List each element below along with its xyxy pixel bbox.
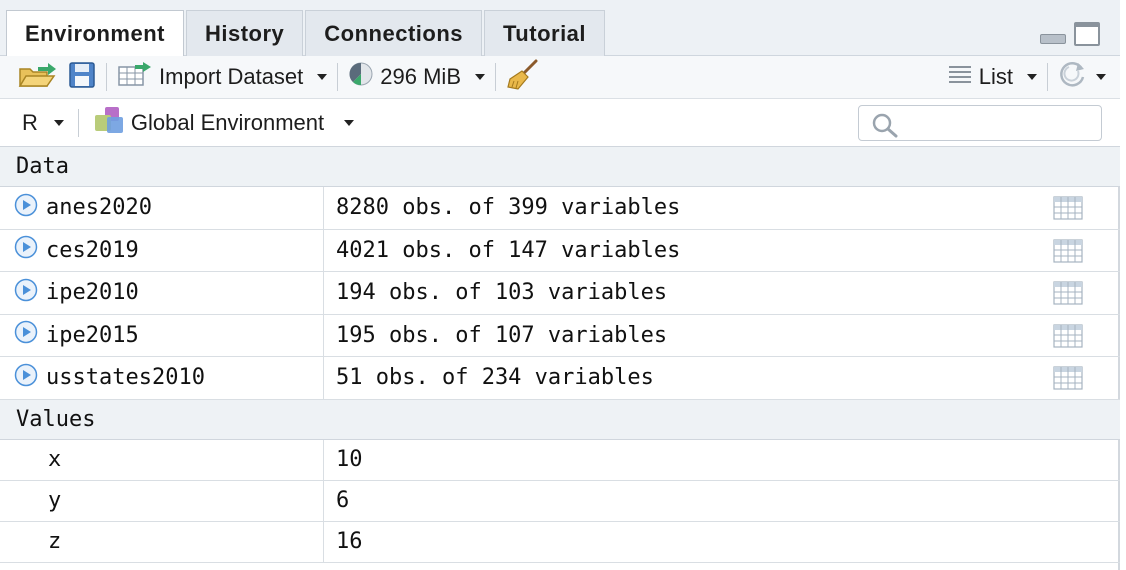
chevron-down-icon bbox=[317, 74, 328, 80]
expand-arrow-icon[interactable] bbox=[14, 278, 38, 308]
view-mode-button[interactable]: List bbox=[947, 63, 1037, 91]
data-row-ces2019[interactable]: ces2019 4021 obs. of 147 variables bbox=[0, 229, 1120, 272]
environment-label: Global Environment bbox=[130, 109, 325, 135]
object-value: 6 bbox=[336, 488, 350, 513]
memory-usage-button[interactable]: 296 MiB bbox=[348, 61, 485, 93]
data-section-header: Data bbox=[0, 147, 1120, 187]
object-name-cell: ipe2010 bbox=[0, 272, 324, 314]
tab-bar: Environment History Connections Tutorial bbox=[0, 0, 1120, 57]
tab-tutorial[interactable]: Tutorial bbox=[484, 10, 606, 56]
object-value: 195 obs. of 107 variables bbox=[336, 322, 668, 348]
object-name: z bbox=[0, 521, 324, 562]
environment-selector-bar: R Global Environment bbox=[0, 99, 1120, 147]
tab-environment[interactable]: Environment bbox=[6, 10, 184, 57]
expand-arrow-icon[interactable] bbox=[14, 235, 38, 265]
view-table-icon[interactable] bbox=[1053, 196, 1083, 226]
import-dataset-label: Import Dataset bbox=[159, 64, 304, 89]
view-table-icon[interactable] bbox=[1053, 281, 1083, 311]
tab-history[interactable]: History bbox=[185, 10, 304, 56]
value-row-z[interactable]: z 16 bbox=[0, 521, 1120, 563]
toolbar-divider bbox=[495, 63, 496, 91]
object-name: x bbox=[0, 439, 324, 480]
object-value: 194 obs. of 103 variables bbox=[336, 280, 668, 306]
object-name-cell: ipe2015 bbox=[0, 314, 324, 356]
data-row-usstates2010[interactable]: usstates2010 51 obs. of 234 variables bbox=[0, 357, 1120, 400]
chevron-down-icon bbox=[53, 119, 64, 126]
object-name: ipe2010 bbox=[46, 280, 139, 306]
view-table-icon[interactable] bbox=[1053, 366, 1083, 396]
object-value: 51 obs. of 234 variables bbox=[336, 365, 654, 391]
data-row-anes2020[interactable]: anes2020 8280 obs. of 399 variables bbox=[0, 187, 1120, 230]
value-row-y[interactable]: y 6 bbox=[0, 480, 1120, 522]
chevron-down-icon bbox=[1027, 74, 1037, 80]
search-input[interactable] bbox=[903, 106, 1093, 138]
broom-icon[interactable] bbox=[506, 59, 540, 96]
refresh-icon bbox=[1058, 59, 1088, 95]
expand-arrow-icon[interactable] bbox=[14, 320, 38, 350]
data-row-ipe2010[interactable]: ipe2010 194 obs. of 103 variables bbox=[0, 272, 1120, 315]
memory-pie-icon bbox=[348, 61, 374, 93]
chevron-down-icon bbox=[344, 119, 355, 126]
maximize-icon[interactable] bbox=[1074, 22, 1100, 46]
expand-arrow-icon[interactable] bbox=[14, 193, 38, 223]
value-row-x[interactable]: x 10 bbox=[0, 439, 1120, 481]
object-value: 4021 obs. of 147 variables bbox=[336, 237, 681, 263]
tab-strip: Environment History Connections Tutorial bbox=[6, 10, 607, 57]
object-name: ces2019 bbox=[46, 237, 139, 263]
language-select[interactable]: R bbox=[22, 110, 64, 136]
search-icon bbox=[871, 112, 899, 143]
table-import-icon bbox=[117, 61, 153, 93]
view-mode-label: List bbox=[978, 64, 1013, 89]
object-value: 10 bbox=[336, 447, 363, 472]
save-disk-icon[interactable] bbox=[68, 61, 96, 94]
import-dataset-button[interactable]: Import Dataset bbox=[117, 61, 328, 93]
window-controls bbox=[1040, 22, 1100, 46]
object-name: anes2020 bbox=[46, 195, 152, 221]
language-label: R bbox=[22, 109, 38, 135]
environment-pane: Environment History Connections Tutorial bbox=[0, 0, 1120, 570]
tab-connections[interactable]: Connections bbox=[305, 10, 482, 56]
expand-arrow-icon[interactable] bbox=[14, 363, 38, 393]
data-row-ipe2015[interactable]: ipe2015 195 obs. of 107 variables bbox=[0, 314, 1120, 357]
chevron-down-icon bbox=[475, 74, 485, 80]
environment-select[interactable]: Global Environment bbox=[93, 105, 355, 141]
values-section-header: Values bbox=[0, 399, 1120, 440]
memory-usage-label: 296 MiB bbox=[380, 64, 461, 89]
object-name-cell: usstates2010 bbox=[0, 357, 324, 399]
chevron-down-icon bbox=[1096, 74, 1106, 80]
object-name: ipe2015 bbox=[46, 322, 139, 348]
refresh-button[interactable] bbox=[1058, 59, 1106, 95]
toolbar-divider bbox=[106, 63, 107, 91]
object-name-cell: ces2019 bbox=[0, 229, 324, 271]
view-table-icon[interactable] bbox=[1053, 238, 1083, 269]
toolbar-divider bbox=[77, 108, 79, 137]
minimize-icon[interactable] bbox=[1040, 34, 1066, 44]
environment-toolbar: Import Dataset 296 MiB List bbox=[0, 56, 1120, 99]
object-value: 8280 obs. of 399 variables bbox=[336, 195, 681, 221]
search-box[interactable] bbox=[858, 105, 1102, 141]
environment-object-list: Data anes2020 8280 obs. of 399 variables… bbox=[0, 147, 1120, 563]
environment-stack-icon bbox=[93, 105, 125, 141]
folder-open-icon[interactable] bbox=[18, 61, 58, 94]
object-name-cell: anes2020 bbox=[0, 187, 324, 229]
toolbar-divider bbox=[1047, 63, 1048, 91]
view-table-icon[interactable] bbox=[1053, 323, 1083, 354]
list-icon bbox=[947, 63, 973, 91]
toolbar-divider bbox=[337, 63, 339, 91]
object-value: 16 bbox=[336, 529, 363, 554]
object-name: y bbox=[0, 480, 324, 521]
object-name: usstates2010 bbox=[46, 365, 205, 391]
